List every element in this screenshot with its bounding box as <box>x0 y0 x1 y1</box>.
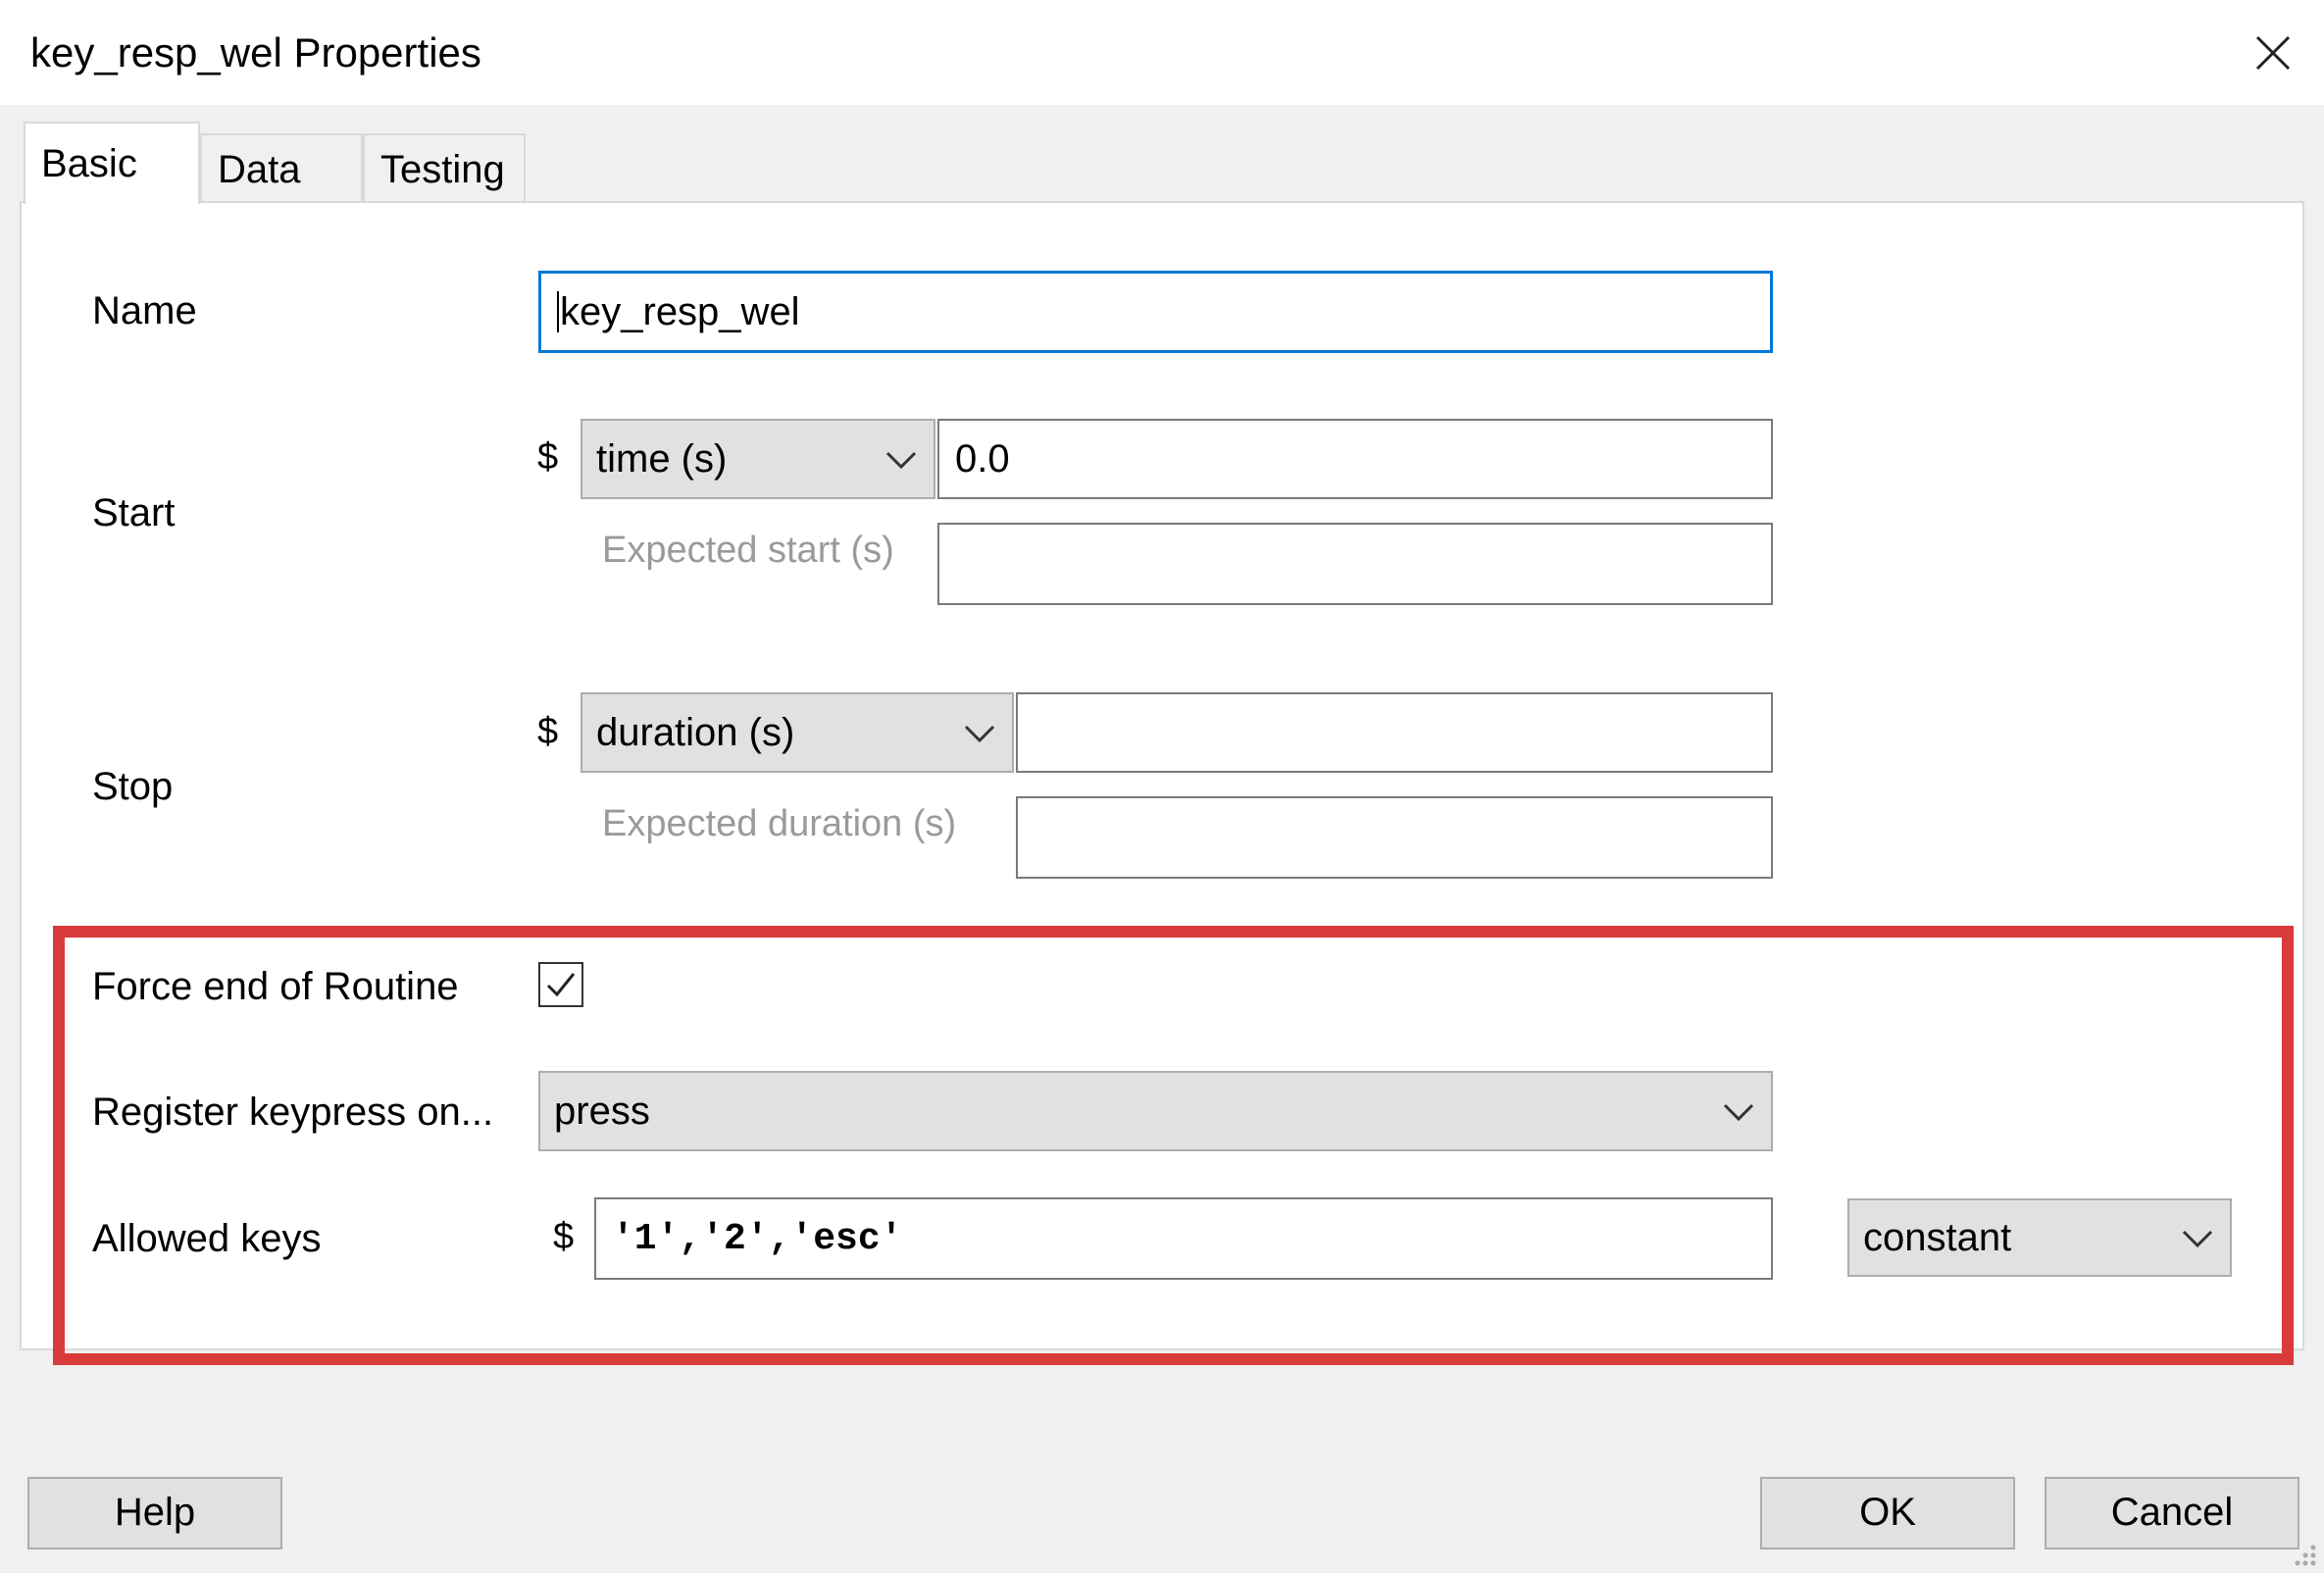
chevron-down-icon <box>964 725 995 743</box>
stop-label: Stop <box>92 765 174 808</box>
expected-duration-input[interactable] <box>1016 796 1773 879</box>
chevron-down-icon <box>885 451 917 470</box>
basic-tab-panel <box>20 201 2304 1350</box>
allowed-keys-input[interactable]: '1','2','esc' <box>594 1197 1773 1280</box>
expected-start-label: Expected start (s) <box>602 530 894 571</box>
expected-start-input[interactable] <box>937 523 1773 605</box>
register-keypress-label: Register keypress on... <box>92 1091 494 1134</box>
stop-dollar-sign: $ <box>537 711 559 752</box>
expected-duration-label: Expected duration (s) <box>602 803 957 844</box>
start-type-select[interactable]: time (s) <box>581 419 935 499</box>
stop-value-input[interactable] <box>1016 692 1773 773</box>
checkmark-icon <box>546 973 576 997</box>
resize-grip-icon <box>2295 1545 2316 1566</box>
name-label: Name <box>92 289 197 332</box>
allowed-keys-value: '1','2','esc' <box>612 1217 903 1260</box>
start-type-value: time (s) <box>596 436 728 481</box>
allowed-keys-update-value: constant <box>1863 1215 2012 1259</box>
start-label: Start <box>92 491 176 534</box>
name-input-value: key_resp_wel <box>560 289 800 333</box>
register-keypress-value: press <box>554 1089 650 1133</box>
chevron-down-icon <box>2182 1230 2213 1248</box>
resize-grip[interactable] <box>2289 1538 2318 1567</box>
force-end-checkbox[interactable] <box>538 962 583 1007</box>
name-input[interactable]: key_resp_wel <box>538 271 1773 353</box>
close-icon <box>2255 35 2291 71</box>
close-button[interactable] <box>2236 20 2306 82</box>
stop-type-select[interactable]: duration (s) <box>581 692 1014 773</box>
start-value: 0.0 <box>955 436 1010 481</box>
start-dollar-sign: $ <box>537 436 559 478</box>
force-end-label: Force end of Routine <box>92 965 459 1008</box>
help-button[interactable]: Help <box>27 1477 282 1549</box>
start-value-input[interactable]: 0.0 <box>937 419 1773 499</box>
register-keypress-select[interactable]: press <box>538 1071 1773 1151</box>
allowed-keys-dollar-sign: $ <box>553 1216 575 1257</box>
tab-basic[interactable]: Basic <box>24 122 200 204</box>
allowed-keys-label: Allowed keys <box>92 1217 322 1260</box>
cancel-button[interactable]: Cancel <box>2045 1477 2299 1549</box>
chevron-down-icon <box>1723 1103 1754 1122</box>
text-caret <box>557 291 559 332</box>
ok-button[interactable]: OK <box>1760 1477 2015 1549</box>
allowed-keys-update-select[interactable]: constant <box>1847 1198 2232 1277</box>
tab-testing[interactable]: Testing <box>363 133 526 208</box>
tab-data[interactable]: Data <box>200 133 363 208</box>
stop-type-value: duration (s) <box>596 710 795 754</box>
window-title: key_resp_wel Properties <box>30 29 481 76</box>
